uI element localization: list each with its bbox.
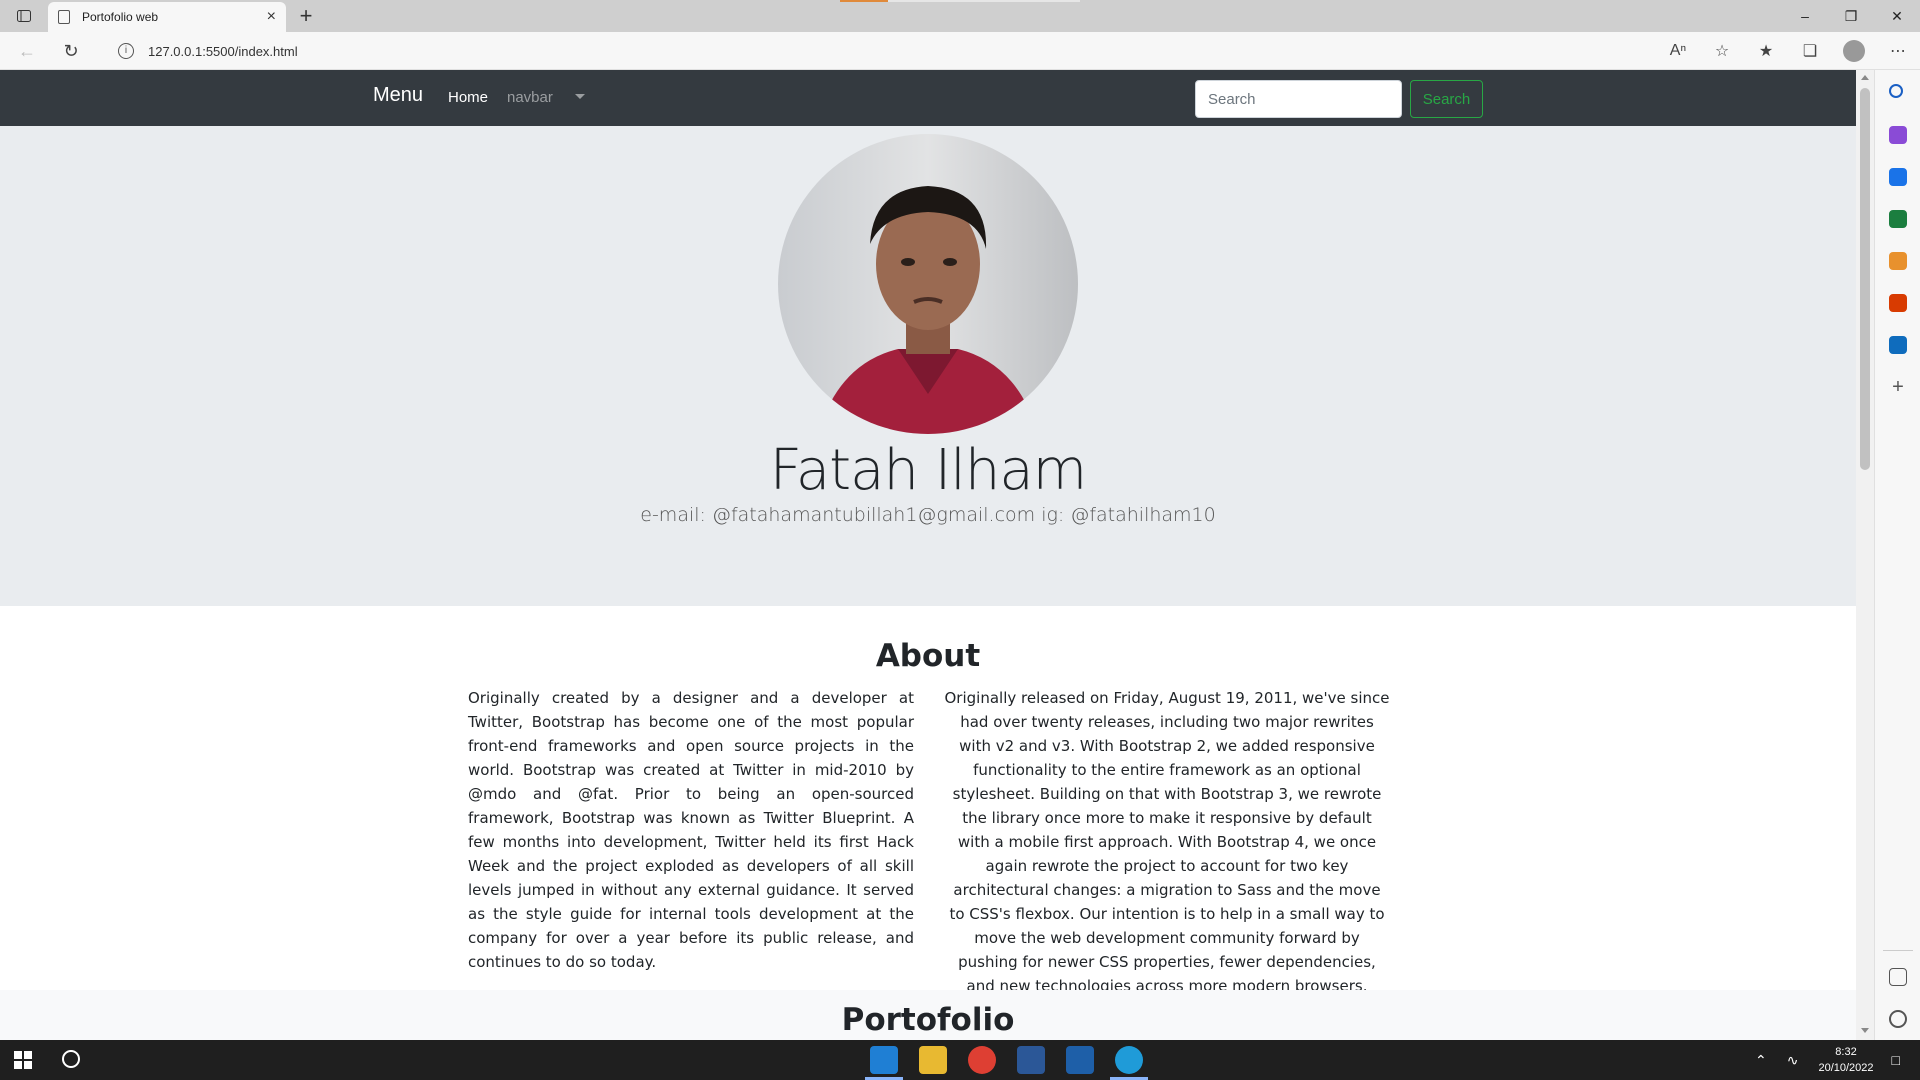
address-bar: ← ↻ i 127.0.0.1:5500/index.html Aⁿ ☆ ★ ❏… bbox=[0, 32, 1920, 70]
games-icon[interactable] bbox=[1889, 252, 1907, 270]
profile-contact: e-mail: @fatahamantubillah1@gmail.com ig… bbox=[640, 504, 1216, 526]
search-input[interactable] bbox=[1195, 80, 1402, 118]
chrome-icon[interactable] bbox=[968, 1046, 996, 1074]
add-sidebar-icon[interactable]: + bbox=[1889, 377, 1907, 397]
portfolio-title: Portofolio bbox=[841, 1002, 1015, 1038]
page-scrollbar[interactable] bbox=[1856, 70, 1874, 1040]
new-tab-button[interactable]: + bbox=[294, 3, 318, 29]
profile-photo bbox=[778, 134, 1078, 434]
url-field[interactable]: i 127.0.0.1:5500/index.html bbox=[100, 36, 1700, 66]
add-favorite-icon[interactable]: ☆ bbox=[1700, 41, 1744, 61]
word-icon[interactable] bbox=[1017, 1046, 1045, 1074]
clock[interactable]: 8:32 20/10/2022 bbox=[1818, 1044, 1873, 1076]
minimize-icon[interactable]: – bbox=[1782, 0, 1828, 32]
toolbar-icons: Aⁿ ☆ ★ ❏ ⋯ bbox=[1656, 32, 1920, 70]
file-explorer-icon[interactable] bbox=[919, 1046, 947, 1074]
back-icon[interactable]: ← bbox=[16, 40, 38, 62]
edge-sidebar: + bbox=[1874, 70, 1920, 1040]
scroll-up-icon[interactable] bbox=[1861, 75, 1869, 80]
profile-name: Fatah Ilham bbox=[769, 438, 1087, 503]
hide-sidebar-icon[interactable] bbox=[1889, 968, 1907, 986]
browser-tabstrip: Portofolio web × + – ❐ ✕ bbox=[0, 0, 1920, 32]
clock-date: 20/10/2022 bbox=[1818, 1062, 1874, 1074]
search-button[interactable]: Search bbox=[1410, 80, 1483, 118]
site-info-icon[interactable]: i bbox=[118, 43, 134, 59]
about-text-right: Originally released on Friday, August 19… bbox=[944, 689, 1390, 995]
taskbar-search-icon[interactable] bbox=[62, 1050, 80, 1068]
read-aloud-icon[interactable]: Aⁿ bbox=[1656, 42, 1700, 60]
about-section: About Originally created by a designer a… bbox=[0, 606, 1856, 995]
dropdown-caret-icon[interactable] bbox=[575, 94, 585, 99]
scroll-thumb[interactable] bbox=[1860, 88, 1870, 470]
search-icon[interactable] bbox=[1889, 84, 1903, 98]
collections-icon[interactable]: ❏ bbox=[1788, 41, 1832, 61]
about-title: About bbox=[875, 638, 981, 674]
page-viewport: Menu Home navbar Search Search Fatah Ilh… bbox=[0, 70, 1856, 1040]
profile-jumbotron: Fatah Ilham e-mail: @fatahamantubillah1@… bbox=[0, 126, 1856, 606]
nav-home-link[interactable]: Home bbox=[448, 89, 488, 106]
tools-icon[interactable] bbox=[1889, 210, 1907, 228]
nav-navbar-link[interactable]: navbar bbox=[507, 89, 553, 106]
discover-icon[interactable] bbox=[1889, 126, 1907, 144]
windows-taskbar: ⌃ ∿ 8:32 20/10/2022 □ bbox=[0, 1040, 1920, 1080]
close-tab-icon[interactable]: × bbox=[267, 8, 276, 26]
tray-chevron-icon[interactable]: ⌃ bbox=[1755, 1052, 1767, 1069]
vscode-icon[interactable] bbox=[870, 1046, 898, 1074]
loading-indicator bbox=[840, 0, 888, 2]
url-text[interactable]: 127.0.0.1:5500/index.html bbox=[148, 44, 298, 59]
navbar-brand[interactable]: Menu bbox=[373, 84, 423, 107]
tab-title: Portofolio web bbox=[82, 10, 159, 24]
browser-tab-active[interactable]: Portofolio web × bbox=[48, 2, 286, 32]
settings-icon[interactable] bbox=[1889, 1010, 1907, 1028]
site-navbar: Menu Home navbar Search bbox=[0, 70, 1856, 126]
favorites-icon[interactable]: ★ bbox=[1744, 41, 1788, 61]
office-icon[interactable] bbox=[1889, 294, 1907, 312]
photos-icon[interactable] bbox=[1066, 1046, 1094, 1074]
scroll-down-icon[interactable] bbox=[1861, 1028, 1869, 1033]
notifications-icon[interactable]: □ bbox=[1892, 1052, 1900, 1068]
refresh-icon[interactable]: ↻ bbox=[60, 40, 82, 62]
window-controls: – ❐ ✕ bbox=[1782, 0, 1920, 32]
about-text-left: Originally created by a designer and a d… bbox=[468, 689, 914, 971]
page-icon bbox=[58, 10, 70, 24]
sidebar-divider bbox=[1883, 950, 1913, 951]
edge-icon[interactable] bbox=[1115, 1046, 1143, 1074]
tab-actions-icon[interactable] bbox=[12, 7, 36, 25]
outlook-icon[interactable] bbox=[1889, 336, 1907, 354]
more-icon[interactable]: ⋯ bbox=[1876, 41, 1920, 61]
shopping-icon[interactable] bbox=[1889, 168, 1907, 186]
network-icon[interactable]: ∿ bbox=[1787, 1052, 1799, 1069]
system-tray: ⌃ ∿ 8:32 20/10/2022 □ bbox=[1755, 1040, 1920, 1080]
profile-icon[interactable] bbox=[1843, 40, 1865, 62]
portfolio-section: Portofolio bbox=[0, 990, 1856, 1040]
close-window-icon[interactable]: ✕ bbox=[1874, 0, 1920, 32]
start-icon[interactable] bbox=[14, 1051, 32, 1069]
clock-time: 8:32 bbox=[1835, 1046, 1857, 1058]
loading-track bbox=[888, 0, 1080, 2]
restore-icon[interactable]: ❐ bbox=[1828, 0, 1874, 32]
